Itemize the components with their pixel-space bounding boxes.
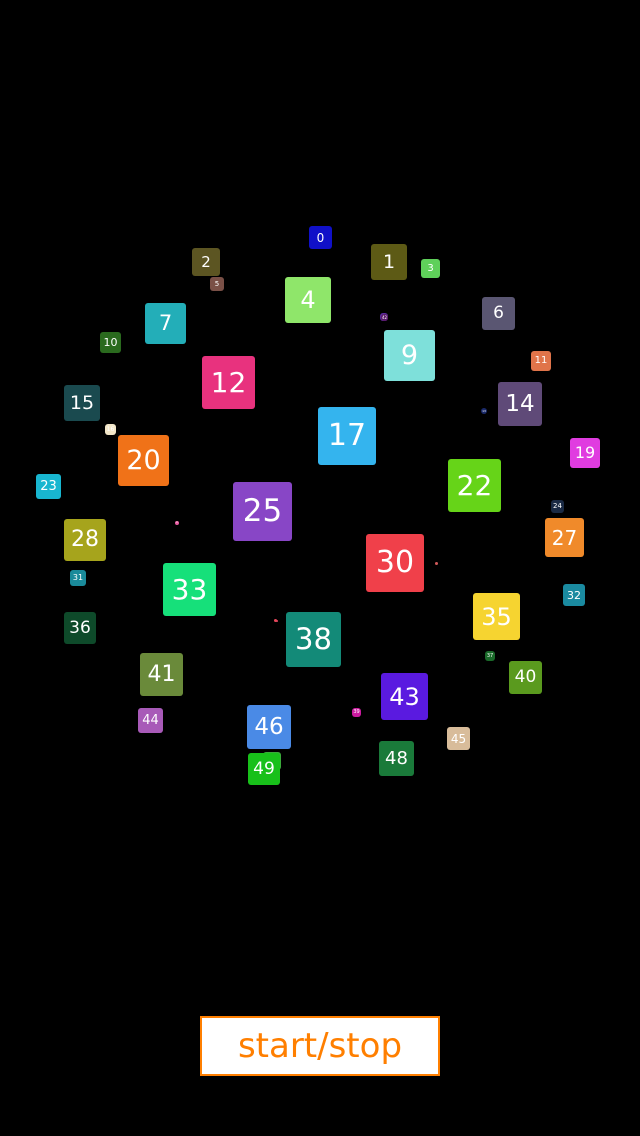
number-tile-46: 46 [247,705,291,749]
number-tile-21: 21 [175,521,179,525]
number-tile-34: 34 [274,619,277,622]
number-tile-0: 0 [309,226,332,249]
number-tile-12: 12 [202,356,255,409]
number-tile-36: 36 [64,612,96,644]
number-tile-40: 40 [509,661,542,694]
number-tile-37: 37 [485,651,495,661]
number-tile-49: 49 [248,753,280,785]
number-tile-15: 15 [64,385,100,421]
number-tile-2: 2 [192,248,220,276]
number-tile-22: 22 [448,459,501,512]
number-tile-10: 10 [100,332,121,353]
number-tile-39: 39 [352,708,361,717]
number-tile-17: 17 [318,407,376,465]
number-tile-32: 32 [563,584,585,606]
number-tile-3: 3 [421,259,440,278]
number-tile-42: 42 [381,314,388,321]
number-tile-44: 44 [138,708,163,733]
number-tile-45: 45 [447,727,470,750]
number-tile-26: 26 [435,562,438,565]
number-tile-9: 9 [384,330,435,381]
number-tile-24: 24 [551,500,564,513]
number-tile-1: 1 [371,244,407,280]
number-tile-43: 43 [381,673,428,720]
number-tile-7: 7 [145,303,186,344]
number-tile-4: 4 [285,277,331,323]
number-tile-28: 28 [64,519,106,561]
number-tile-33: 33 [163,563,216,616]
number-tile-23: 23 [36,474,61,499]
number-tile-31: 31 [70,570,86,586]
number-tile-30: 30 [366,534,424,592]
number-tile-27: 27 [545,518,584,557]
number-tile-35: 35 [473,593,520,640]
number-tile-38: 38 [286,612,341,667]
number-tile-19: 19 [570,438,600,468]
number-tile-6: 6 [482,297,515,330]
number-tile-25: 25 [233,482,292,541]
number-tile-13: 13 [481,408,487,414]
number-tile-14: 14 [498,382,542,426]
number-tile-48: 48 [379,741,414,776]
number-tile-20: 20 [118,435,169,486]
number-tile-16: 16 [105,424,116,435]
number-tile-41: 41 [140,653,183,696]
start-stop-button[interactable]: start/stop [200,1016,440,1076]
number-tile-5: 5 [210,277,224,291]
number-tile-11: 11 [531,351,551,371]
